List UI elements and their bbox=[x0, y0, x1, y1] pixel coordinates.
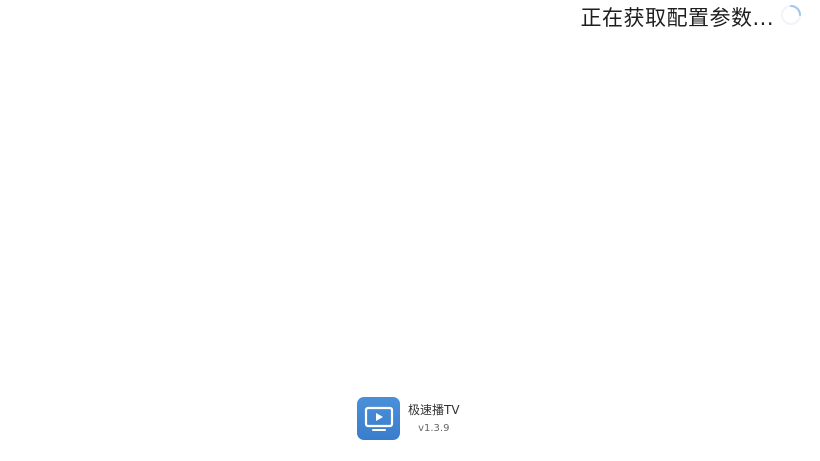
app-branding: 极速播TV v1.3.9 bbox=[357, 397, 460, 440]
splash-screen: 正在获取配置参数... 极速播TV v1.3.9 bbox=[0, 0, 820, 461]
loading-status: 正在获取配置参数... bbox=[580, 0, 802, 34]
tv-play-icon bbox=[357, 397, 400, 440]
app-info: 极速播TV v1.3.9 bbox=[408, 402, 460, 435]
loading-spinner-icon bbox=[780, 4, 802, 26]
loading-text: 正在获取配置参数... bbox=[580, 6, 774, 30]
app-name: 极速播TV bbox=[408, 403, 460, 417]
app-version: v1.3.9 bbox=[418, 423, 450, 434]
